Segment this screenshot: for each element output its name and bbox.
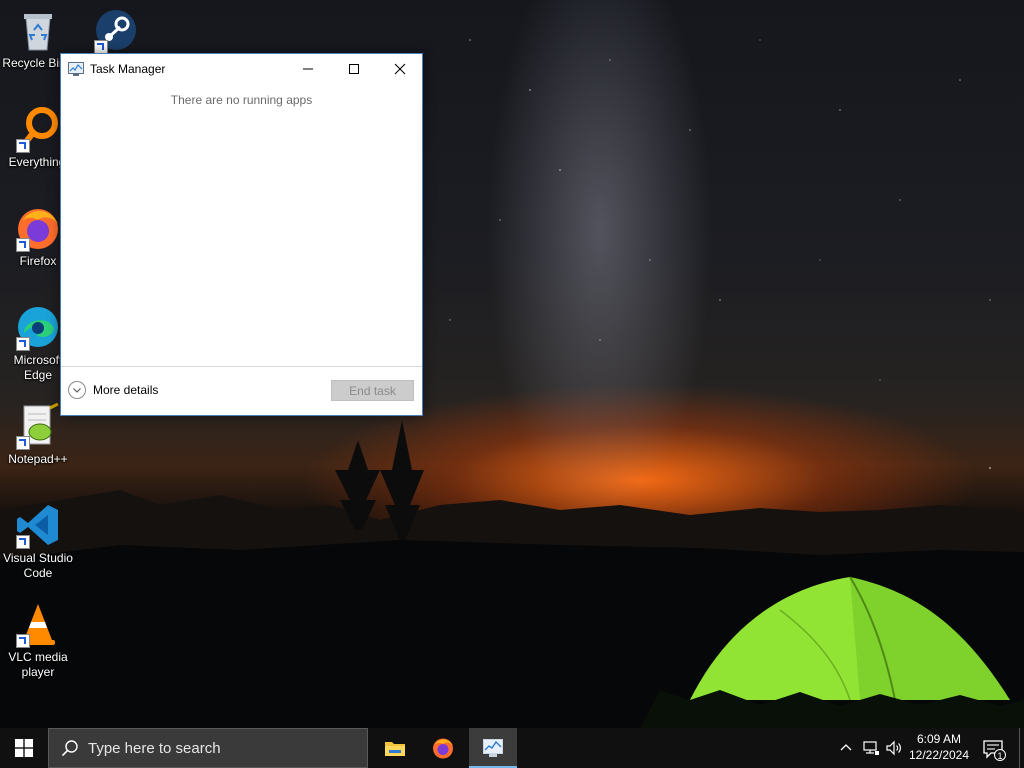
firefox-icon [14, 204, 62, 252]
volume-icon[interactable] [885, 739, 903, 757]
shortcut-arrow-icon [16, 535, 30, 549]
shortcut-arrow-icon [16, 634, 30, 648]
start-button[interactable] [0, 728, 48, 768]
maximize-button[interactable] [331, 54, 377, 84]
task-manager-icon [483, 739, 503, 757]
chevron-down-icon [68, 381, 86, 399]
desktop-icon-vscode[interactable]: Visual Studio Code [0, 501, 76, 581]
taskbar-clock[interactable]: 6:09 AM 12/22/2024 [906, 731, 972, 763]
more-details-toggle[interactable]: More details [68, 381, 158, 399]
network-icon[interactable] [862, 739, 880, 757]
chevron-up-icon[interactable] [838, 740, 854, 756]
folder-icon [385, 742, 405, 756]
empty-apps-message: There are no running apps [170, 93, 313, 107]
shortcut-arrow-icon [16, 139, 30, 153]
show-desktop-button[interactable] [1019, 728, 1024, 768]
desktop-icon-steam[interactable] [78, 6, 154, 56]
shortcut-arrow-icon [16, 238, 30, 252]
desktop-icon-label: Notepad++ [8, 452, 68, 466]
clock-time: 6:09 AM [916, 732, 962, 746]
task-manager-footer: More details End task [61, 366, 422, 415]
desktop-icon-label: Recycle Bin [2, 56, 66, 70]
taskbar-app-file-explorer[interactable] [371, 728, 419, 768]
search-icon [61, 740, 78, 757]
desktop-icon-label: Visual Studio Code [3, 551, 73, 580]
window-title: Task Manager [90, 62, 166, 76]
everything-search-icon [14, 105, 62, 153]
end-task-button[interactable]: End task [331, 380, 414, 401]
desktop-icon-label: VLC media player [8, 650, 68, 679]
window-titlebar[interactable]: Task Manager [61, 54, 422, 84]
minimize-button[interactable] [285, 54, 331, 84]
recycle-bin-icon [14, 6, 62, 54]
vlc-icon [14, 600, 62, 648]
vscode-icon [14, 501, 62, 549]
more-details-label: More details [93, 383, 159, 397]
steam-icon [92, 6, 140, 54]
notification-count-badge: 1 [994, 749, 1006, 761]
task-manager-window[interactable]: Task Manager There are no running apps M… [60, 53, 423, 416]
shortcut-arrow-icon [94, 40, 108, 54]
desktop-icon-label: Microsoft Edge [13, 353, 63, 382]
minimize-icon [303, 68, 313, 70]
task-manager-icon [68, 62, 84, 76]
desktop-icon-vlc[interactable]: VLC media player [0, 600, 76, 680]
notepadpp-icon [14, 402, 62, 450]
taskbar-app-firefox[interactable] [419, 728, 467, 768]
taskbar-app-task-manager[interactable] [469, 728, 517, 768]
shortcut-arrow-icon [16, 337, 30, 351]
taskbar-search-box[interactable]: Type here to search [48, 728, 368, 768]
close-icon [394, 63, 406, 75]
edge-icon [14, 303, 62, 351]
firefox-icon [433, 738, 453, 759]
clock-date: 12/22/2024 [908, 748, 970, 762]
taskbar: Type here to search 6:09 AM 12/22/2024 1 [0, 728, 1024, 768]
search-placeholder: Type here to search [88, 739, 221, 757]
shortcut-arrow-icon [16, 436, 30, 450]
close-button[interactable] [377, 54, 423, 84]
windows-logo-icon [15, 739, 33, 757]
maximize-icon [349, 64, 359, 74]
desktop-icon-label: Everything [8, 155, 66, 169]
